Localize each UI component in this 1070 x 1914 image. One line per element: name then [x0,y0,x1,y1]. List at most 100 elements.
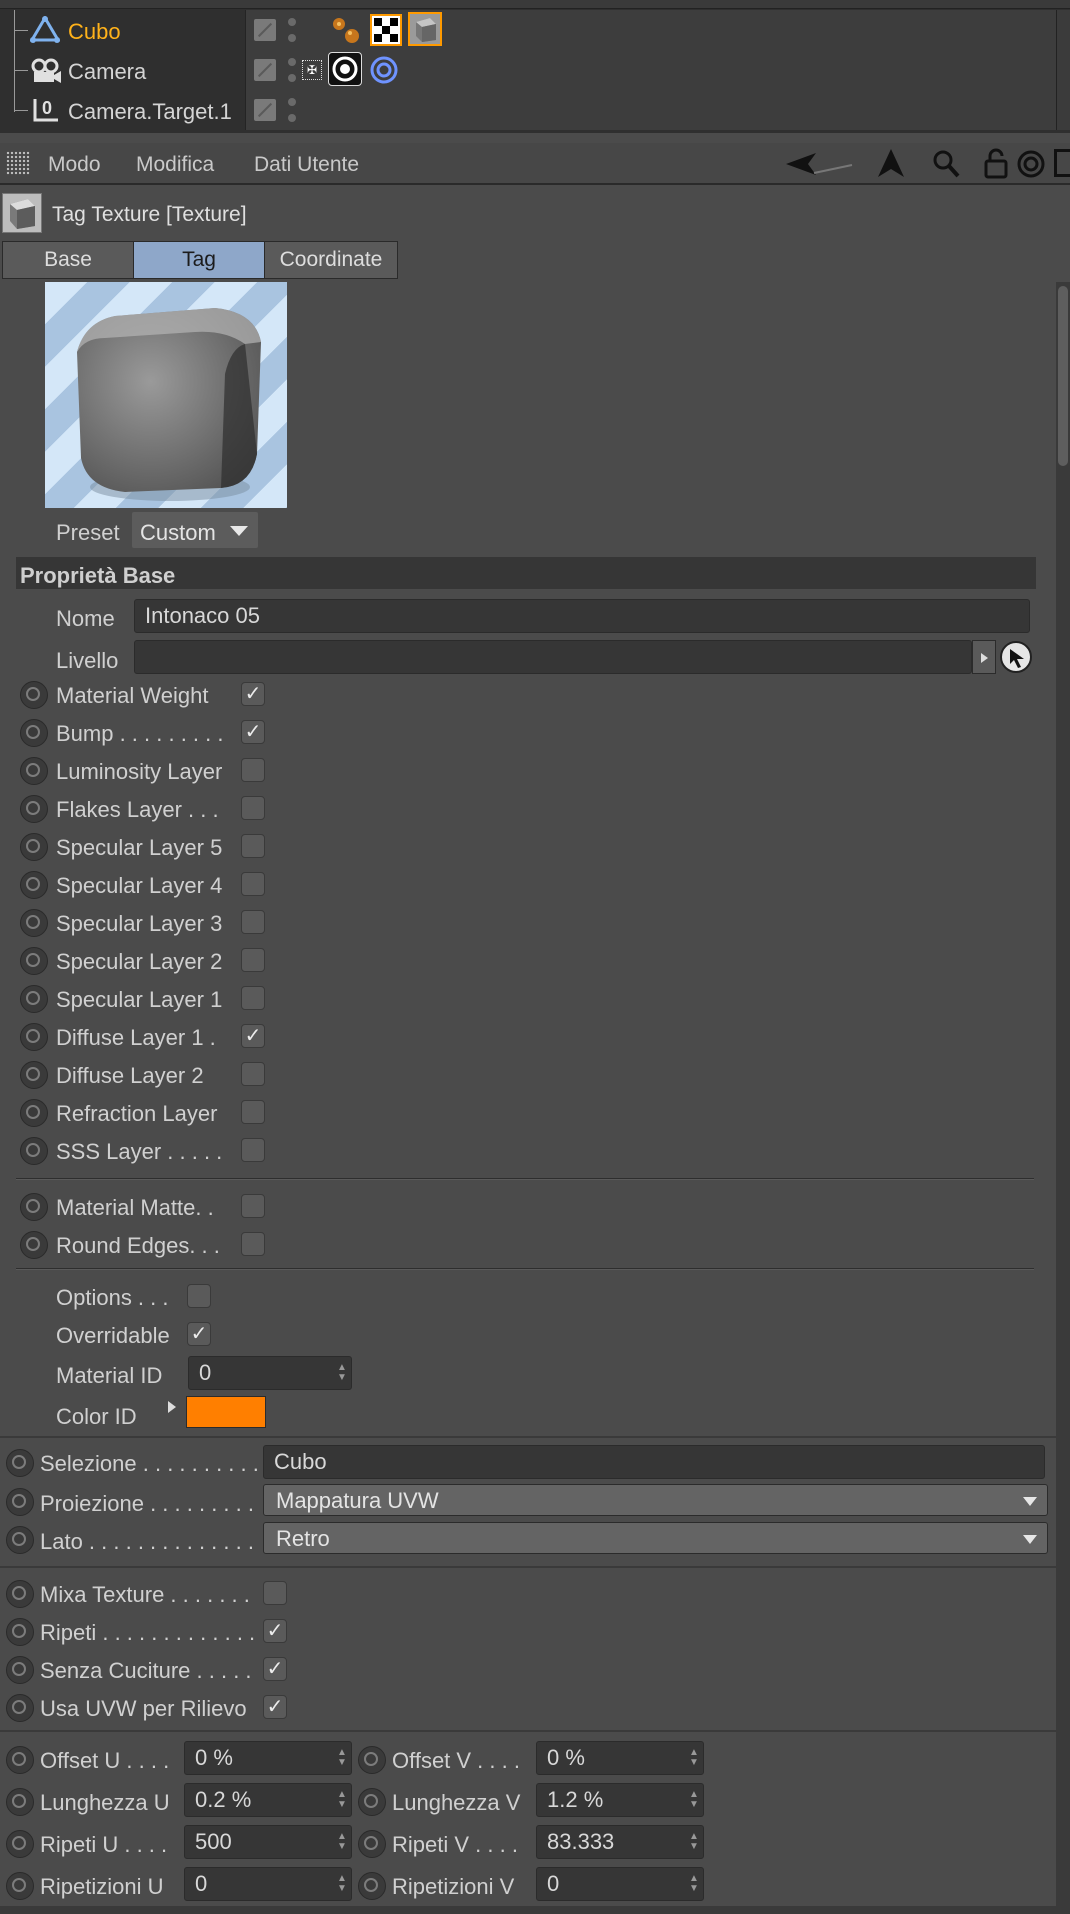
layer-checkbox[interactable] [241,834,265,858]
param-animate-radio[interactable] [358,1746,386,1774]
material-spheres-tag-icon[interactable] [330,14,364,46]
layer-animate-radio[interactable] [20,681,48,709]
editor-visibility-dot[interactable] [288,18,296,26]
search-icon[interactable] [932,149,960,179]
tag-check-checkbox[interactable] [263,1581,287,1605]
layer-animate-radio[interactable] [20,1137,48,1165]
param-animate-radio[interactable] [358,1830,386,1858]
spinner-arrows-icon[interactable]: ▲ ▼ [689,1874,699,1894]
object-row-camera[interactable]: Camera ✠ [0,50,1070,90]
extra-checkbox[interactable] [241,1232,265,1256]
spinner-arrows-icon[interactable]: ▲ ▼ [689,1790,699,1810]
grip-icon[interactable] [6,151,30,175]
layer-checkbox[interactable] [241,910,265,934]
param-animate-radio[interactable] [6,1830,34,1858]
layer-checkbox[interactable] [241,872,265,896]
tag-animate-radio[interactable] [6,1580,34,1608]
spinner-arrows-icon[interactable]: ▲ ▼ [689,1832,699,1852]
layer-checkbox[interactable]: ✓ [241,682,265,706]
tab-coordinate[interactable]: Coordinate [264,241,398,279]
render-visibility-dot[interactable] [288,74,296,82]
layer-checkbox[interactable]: ✓ [241,1024,265,1048]
spinner-arrows-icon[interactable]: ▲ ▼ [337,1748,347,1768]
menu-dati-utente[interactable]: Dati Utente [254,153,359,177]
layer-checkbox[interactable]: ✓ [241,720,265,744]
menu-modifica[interactable]: Modifica [136,153,214,177]
livello-arrow-button[interactable] [972,640,996,674]
material-id-input[interactable]: 0 ▲ ▼ [188,1356,352,1390]
param-animate-radio[interactable] [6,1872,34,1900]
render-visibility-dot[interactable] [288,114,296,122]
extra-animate-radio[interactable] [20,1193,48,1221]
proiezione-animate-radio[interactable] [6,1488,34,1516]
layer-checkbox[interactable] [241,1138,265,1162]
pick-cursor-icon[interactable] [1000,641,1032,673]
expand-arrow-icon[interactable] [168,1401,176,1413]
editor-visibility-dot[interactable] [288,58,296,66]
lato-dropdown[interactable]: Retro [263,1522,1048,1554]
lato-animate-radio[interactable] [6,1526,34,1554]
tag-animate-radio[interactable] [6,1618,34,1646]
lock-icon[interactable] [984,147,1008,179]
spinner-arrows-icon[interactable]: ▲ ▼ [689,1748,699,1768]
layer-animate-radio[interactable] [20,1023,48,1051]
camera-aperture-tag-icon[interactable] [328,52,362,86]
layer-animate-radio[interactable] [20,833,48,861]
param-input[interactable]: 0 % ▲ ▼ [184,1741,352,1775]
tab-tag[interactable]: Tag [133,241,265,279]
layer-animate-radio[interactable] [20,795,48,823]
new-panel-icon[interactable] [1054,149,1070,177]
tab-base[interactable]: Base [2,241,134,279]
render-visibility-dot[interactable] [288,34,296,42]
param-input[interactable]: 0 ▲ ▼ [184,1867,352,1901]
preset-dropdown[interactable]: Custom [132,512,258,548]
layer-animate-radio[interactable] [20,757,48,785]
layer-checkbox[interactable] [241,948,265,972]
extra-checkbox[interactable] [241,1194,265,1218]
layer-animate-radio[interactable] [20,1061,48,1089]
nome-input[interactable]: Intonaco 05 [134,599,1030,633]
spinner-arrows-icon[interactable]: ▲ ▼ [337,1832,347,1852]
layer-checkbox[interactable] [241,796,265,820]
target-tag-icon[interactable] [370,56,398,84]
protection-tag-icon[interactable]: ✠ [302,60,322,80]
options-checkbox[interactable] [187,1284,211,1308]
spinner-arrows-icon[interactable]: ▲ ▼ [337,1363,347,1383]
param-animate-radio[interactable] [6,1746,34,1774]
tag-animate-radio[interactable] [6,1694,34,1722]
param-input[interactable]: 0 ▲ ▼ [536,1867,704,1901]
tag-check-checkbox[interactable]: ✓ [263,1657,287,1681]
material-preview[interactable] [45,282,287,508]
tag-animate-radio[interactable] [6,1656,34,1684]
tag-check-checkbox[interactable]: ✓ [263,1619,287,1643]
editor-visibility-dot[interactable] [288,98,296,106]
scrollbar-thumb[interactable] [1058,286,1068,466]
param-input[interactable]: 0.2 % ▲ ▼ [184,1783,352,1817]
extra-animate-radio[interactable] [20,1231,48,1259]
attribute-scrollbar[interactable] [1056,282,1070,1914]
layer-animate-radio[interactable] [20,909,48,937]
layer-visibility-icon[interactable] [254,59,276,81]
color-id-swatch[interactable] [186,1396,266,1428]
selezione-animate-radio[interactable] [6,1449,34,1477]
layer-checkbox[interactable] [241,1062,265,1086]
layer-checkbox[interactable] [241,1100,265,1124]
param-input[interactable]: 500 ▲ ▼ [184,1825,352,1859]
spinner-arrows-icon[interactable]: ▲ ▼ [337,1790,347,1810]
spinner-arrows-icon[interactable]: ▲ ▼ [337,1874,347,1894]
param-input[interactable]: 0 % ▲ ▼ [536,1741,704,1775]
target-icon[interactable] [1016,149,1046,179]
layer-animate-radio[interactable] [20,871,48,899]
layer-animate-radio[interactable] [20,947,48,975]
layer-checkbox[interactable] [241,758,265,782]
object-row-camera-target[interactable]: 0 Camera.Target.1 [0,90,1070,130]
forward-arrow-icon[interactable] [876,147,906,179]
proiezione-dropdown[interactable]: Mappatura UVW [263,1484,1048,1516]
layer-visibility-icon[interactable] [254,99,276,121]
selezione-input[interactable]: Cubo [263,1445,1045,1479]
layer-visibility-icon[interactable] [254,19,276,41]
param-animate-radio[interactable] [358,1788,386,1816]
layer-animate-radio[interactable] [20,1099,48,1127]
layer-checkbox[interactable] [241,986,265,1010]
layer-animate-radio[interactable] [20,719,48,747]
